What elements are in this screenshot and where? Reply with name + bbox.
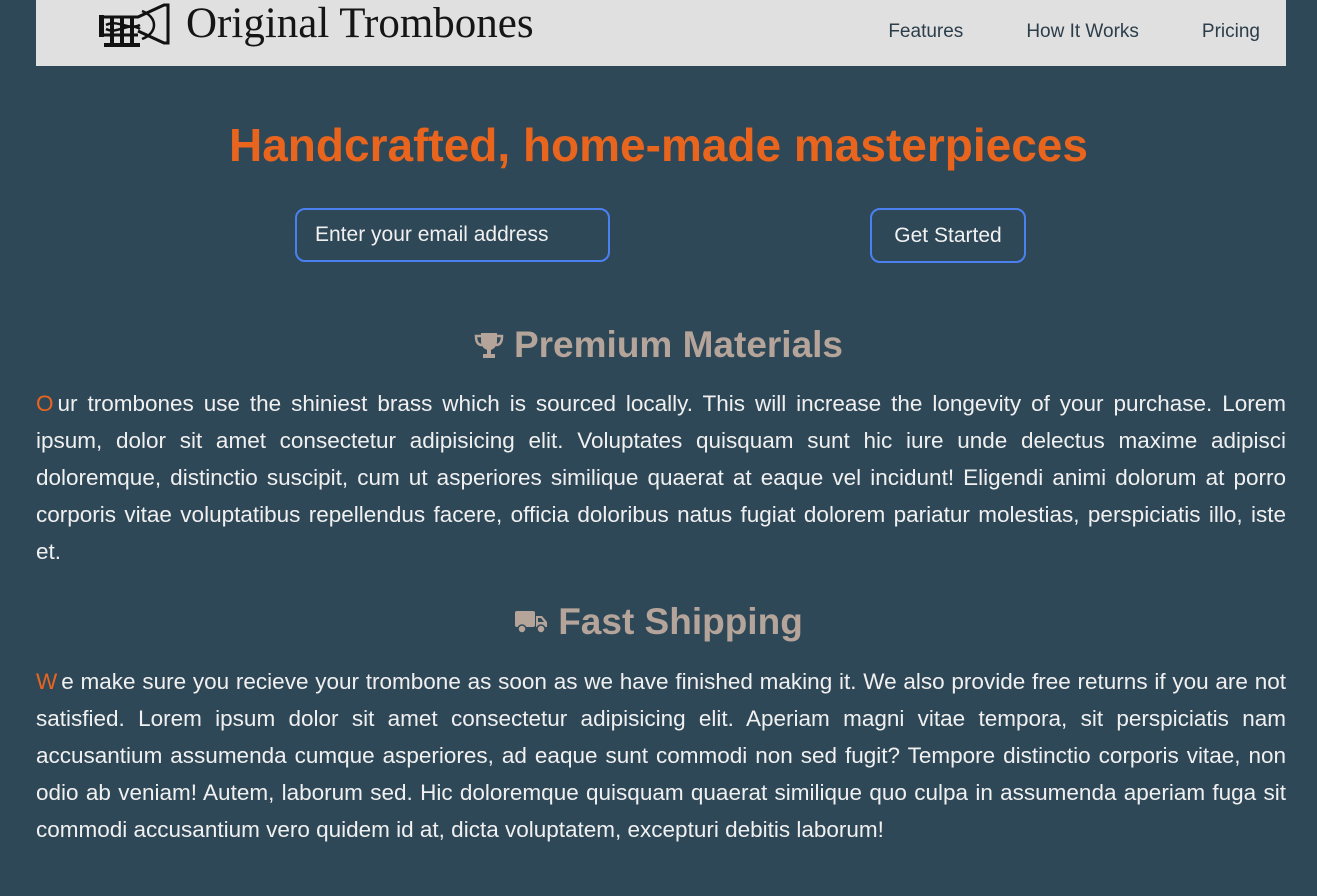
feature-description-premium-materials: Our trombones use the shiniest brass whi…	[36, 385, 1286, 570]
nav-link-pricing[interactable]: Pricing	[1202, 19, 1260, 45]
email-input[interactable]	[295, 208, 610, 262]
drop-cap: O	[36, 391, 54, 416]
site-header: Original Trombones Features How It Works…	[36, 0, 1286, 66]
drop-cap: W	[36, 669, 58, 694]
feature-title-text: Fast Shipping	[558, 601, 803, 642]
feature-title-premium-materials: Premium Materials	[0, 323, 1317, 367]
trombone-logo-icon[interactable]	[98, 3, 170, 49]
nav-link-features[interactable]: Features	[888, 19, 963, 45]
landing-page: Original Trombones Features How It Works…	[0, 0, 1317, 896]
feature-description-fast-shipping: We make sure you recieve your trombone a…	[36, 663, 1286, 848]
hero-title: Handcrafted, home-made masterpieces	[229, 119, 1088, 171]
brand-name[interactable]: Original Trombones	[186, 0, 534, 48]
main-nav: Features How It Works Pricing	[888, 19, 1260, 45]
truck-icon	[514, 608, 548, 636]
feature-text: e make sure you recieve your trombone as…	[36, 669, 1286, 842]
nav-link-how-it-works[interactable]: How It Works	[1026, 19, 1139, 45]
feature-title-fast-shipping: Fast Shipping	[0, 600, 1317, 644]
feature-text: ur trombones use the shiniest brass whic…	[36, 391, 1286, 564]
feature-title-text: Premium Materials	[513, 324, 844, 365]
get-started-button[interactable]: Get Started	[870, 208, 1026, 263]
trophy-icon	[474, 331, 504, 359]
